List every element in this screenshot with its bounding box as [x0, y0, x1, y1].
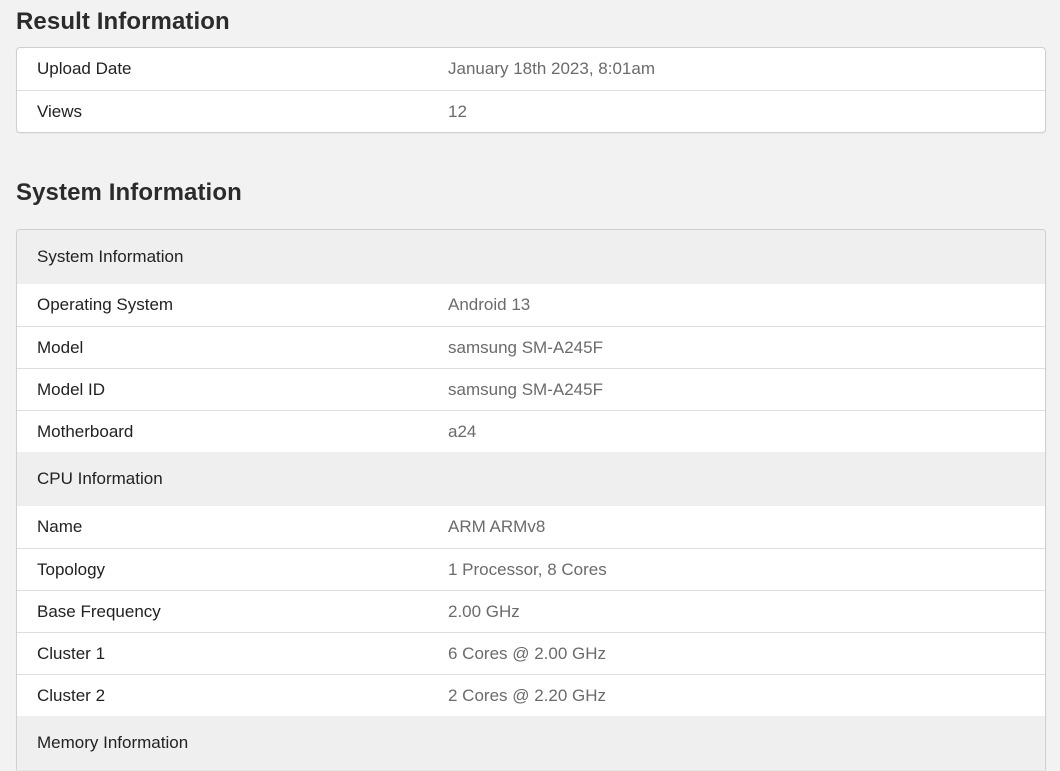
row-label: Upload Date [37, 59, 132, 78]
table-row: Motherboard a24 [17, 410, 1045, 452]
section-header-memory: Memory Information [17, 716, 1045, 770]
system-information-table: System Information Operating System Andr… [16, 229, 1046, 770]
row-value: 1 Processor, 8 Cores [448, 559, 607, 579]
row-label: Views [37, 101, 83, 121]
row-label: Cluster 2 [37, 685, 106, 705]
result-information-table: Upload Date January 18th 2023, 8:01am Vi… [16, 47, 1046, 133]
row-value: 12 [448, 101, 467, 121]
table-row: Model ID samsung SM-A245F [17, 368, 1045, 410]
table-row: Model samsung SM-A245F [17, 326, 1045, 368]
row-label: Base Frequency [37, 601, 161, 621]
row-value: 2 Cores @ 2.20 GHz [448, 685, 607, 705]
table-row: Cluster 2 2 Cores @ 2.20 GHz [17, 674, 1045, 716]
row-value: samsung SM-A245F [448, 337, 603, 357]
row-value: 6 Cores @ 2.00 GHz [448, 643, 607, 663]
section-header-cpu: CPU Information [17, 452, 1045, 506]
row-value: 2.00 GHz [448, 601, 520, 621]
table-row: Operating System Android 13 [17, 284, 1045, 326]
row-label: Operating System [37, 295, 174, 314]
row-label: Name [37, 517, 83, 536]
table-row-upload-date: Upload Date January 18th 2023, 8:01am [17, 48, 1045, 90]
row-label: Topology [37, 559, 106, 579]
table-row: Topology 1 Processor, 8 Cores [17, 548, 1045, 590]
row-value: ARM ARMv8 [448, 517, 546, 536]
table-row-views: Views 12 [17, 90, 1045, 132]
row-value: Android 13 [448, 295, 531, 314]
row-value: a24 [448, 421, 477, 441]
row-label: Model [37, 337, 84, 357]
result-information-heading: Result Information [16, 8, 230, 35]
row-label: Cluster 1 [37, 643, 106, 663]
system-information-heading: System Information [16, 179, 242, 206]
table-row: Name ARM ARMv8 [17, 506, 1045, 548]
row-label: Motherboard [37, 421, 134, 441]
row-value: samsung SM-A245F [448, 379, 603, 399]
table-row: Cluster 1 6 Cores @ 2.00 GHz [17, 632, 1045, 674]
row-label: Model ID [37, 379, 106, 399]
table-row: Base Frequency 2.00 GHz [17, 590, 1045, 632]
row-value: January 18th 2023, 8:01am [448, 59, 655, 78]
section-header-system: System Information [17, 230, 1045, 284]
